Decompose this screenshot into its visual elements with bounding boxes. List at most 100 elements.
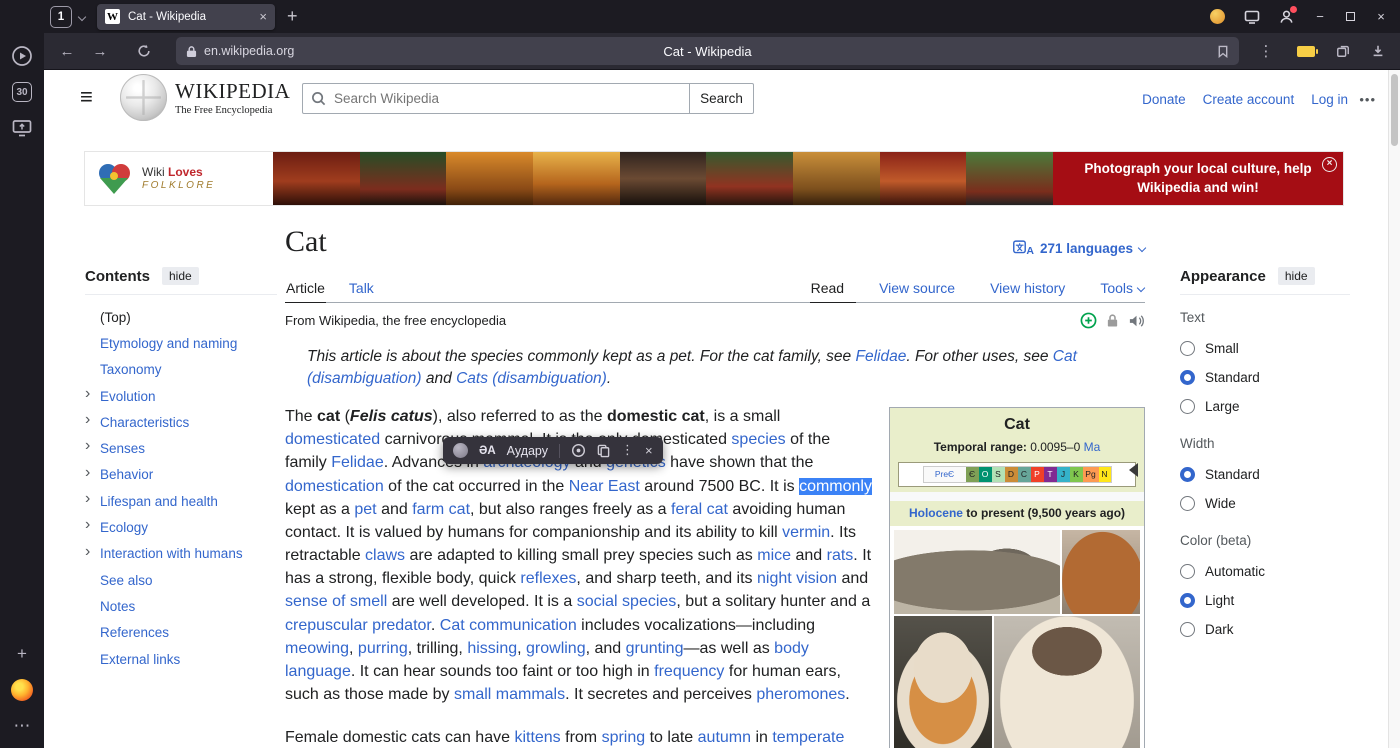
- toc-item[interactable]: › Ecology: [100, 514, 277, 540]
- translate-button[interactable]: Аудару: [507, 444, 548, 458]
- extensions-kebab-icon[interactable]: ⋮: [1256, 42, 1276, 60]
- header-link[interactable]: Log in: [1311, 92, 1348, 107]
- chevron-right-icon[interactable]: ›: [85, 491, 90, 507]
- popup-close-icon[interactable]: ×: [645, 443, 653, 458]
- radio-button[interactable]: [1180, 564, 1195, 579]
- chevron-right-icon[interactable]: ›: [85, 544, 90, 560]
- inline-link[interactable]: grunting: [626, 640, 684, 657]
- view-tab[interactable]: Read: [810, 275, 856, 303]
- inline-link[interactable]: pet: [354, 501, 376, 518]
- devices-icon[interactable]: [1244, 10, 1260, 24]
- inline-link[interactable]: frequency: [654, 663, 724, 680]
- listen-article-icon[interactable]: [1128, 314, 1145, 328]
- inline-link[interactable]: growling: [526, 640, 586, 657]
- view-tab[interactable]: View history: [989, 275, 1077, 302]
- search-input[interactable]: [302, 83, 690, 114]
- inline-link[interactable]: spring: [602, 729, 646, 746]
- radio-option[interactable]: Standard: [1180, 460, 1350, 489]
- inline-link[interactable]: feral cat: [671, 501, 728, 518]
- forward-button[interactable]: →: [90, 43, 110, 60]
- new-item-plus-icon[interactable]: +: [10, 642, 34, 666]
- radio-button[interactable]: [1180, 622, 1195, 637]
- toc-item[interactable]: › External links: [100, 646, 277, 672]
- toc-item[interactable]: › Etymology and naming: [100, 330, 277, 356]
- rail-more-icon[interactable]: ⋯: [10, 714, 34, 738]
- toc-item[interactable]: › Notes: [100, 593, 277, 619]
- header-link[interactable]: Create account: [1203, 92, 1295, 107]
- close-window-button[interactable]: ×: [1374, 9, 1388, 24]
- toc-item[interactable]: › Taxonomy: [100, 357, 277, 383]
- inline-link[interactable]: mice: [757, 547, 791, 564]
- wikipedia-wordmark[interactable]: WIKIPEDIA The Free Encyclopedia: [175, 79, 290, 116]
- view-tab[interactable]: Tools: [1099, 275, 1145, 302]
- inline-link[interactable]: hissing: [467, 640, 517, 657]
- tab-close-icon[interactable]: ×: [259, 9, 267, 24]
- wikipedia-globe-logo[interactable]: [120, 74, 167, 121]
- extension-30-icon[interactable]: 30: [12, 82, 32, 102]
- banner-message[interactable]: Photograph your local culture, help Wiki…: [1053, 152, 1343, 205]
- radio-option[interactable]: Large: [1180, 392, 1350, 421]
- inline-link[interactable]: sense of smell: [285, 593, 387, 610]
- inline-link[interactable]: Cats (disambiguation): [456, 370, 607, 387]
- banner-close-icon[interactable]: ×: [1322, 157, 1337, 172]
- cat-photo-abyssinian[interactable]: [1062, 530, 1140, 614]
- tab-counter-button[interactable]: 1: [50, 6, 72, 28]
- inline-link[interactable]: predator: [372, 617, 431, 634]
- battery-extension-icon[interactable]: [1297, 46, 1315, 57]
- cat-photo-tabby-lying[interactable]: [894, 530, 1060, 614]
- inline-link[interactable]: species: [731, 431, 785, 448]
- inline-link[interactable]: farm cat: [412, 501, 470, 518]
- toc-item[interactable]: › Interaction with humans: [100, 541, 277, 567]
- radio-button[interactable]: [1180, 496, 1195, 511]
- toc-item[interactable]: › References: [100, 620, 277, 646]
- minimize-button[interactable]: −: [1313, 9, 1327, 24]
- radio-option[interactable]: Light: [1180, 586, 1350, 615]
- radio-button[interactable]: [1180, 399, 1195, 414]
- inline-link[interactable]: vermin: [782, 524, 830, 541]
- toc-item[interactable]: › Senses: [100, 435, 277, 461]
- toc-item[interactable]: › Behavior: [100, 462, 277, 488]
- inline-link[interactable]: domesticated: [285, 431, 380, 448]
- main-menu-button[interactable]: ≡: [80, 84, 93, 110]
- back-button[interactable]: ←: [57, 43, 77, 60]
- page-scrollbar[interactable]: [1388, 70, 1400, 748]
- inline-link[interactable]: meowing: [285, 640, 349, 657]
- bookmark-flag-icon[interactable]: [1217, 45, 1229, 58]
- firefox-logo-icon[interactable]: [11, 679, 33, 701]
- browser-tab[interactable]: W Cat - Wikipedia ×: [97, 4, 275, 30]
- chevron-right-icon[interactable]: ›: [85, 438, 90, 454]
- radio-option[interactable]: Small: [1180, 334, 1350, 363]
- cat-photo-ginger-white[interactable]: [894, 616, 992, 748]
- languages-button[interactable]: A 271 languages: [1013, 240, 1145, 256]
- toc-item[interactable]: › Characteristics: [100, 409, 277, 435]
- header-link[interactable]: Donate: [1142, 92, 1186, 107]
- toc-hide-button[interactable]: hide: [162, 267, 199, 285]
- inline-link[interactable]: rats: [827, 547, 854, 564]
- radio-option[interactable]: Wide: [1180, 489, 1350, 518]
- chevron-right-icon[interactable]: ›: [85, 465, 90, 481]
- inline-link[interactable]: night vision: [757, 570, 837, 587]
- radio-button[interactable]: [1180, 593, 1195, 608]
- radio-option[interactable]: Automatic: [1180, 557, 1350, 586]
- holocene-link[interactable]: Holocene: [909, 506, 963, 520]
- account-container-icon[interactable]: [1210, 9, 1225, 24]
- copy-icon[interactable]: [597, 444, 610, 458]
- inline-link[interactable]: pheromones: [756, 686, 845, 703]
- toc-item[interactable]: › Evolution: [100, 383, 277, 409]
- inline-link[interactable]: Felidae: [855, 348, 906, 365]
- wiki-loves-folklore-banner[interactable]: Wiki Loves FOLKLORE Photograph your loca…: [85, 152, 1343, 205]
- inline-link[interactable]: reflexes: [520, 570, 576, 587]
- inline-link[interactable]: domestication: [285, 478, 384, 495]
- url-bar[interactable]: en.wikipedia.org Cat - Wikipedia: [176, 37, 1239, 65]
- inline-link[interactable]: kittens: [514, 729, 560, 746]
- chevron-right-icon[interactable]: ›: [85, 386, 90, 402]
- cat-photo-siamese[interactable]: [994, 616, 1140, 748]
- download-icon[interactable]: [1371, 44, 1385, 58]
- inline-link[interactable]: purring: [358, 640, 408, 657]
- temporal-unit-link[interactable]: Ma: [1084, 440, 1101, 454]
- listen-icon[interactable]: [571, 443, 586, 458]
- radio-option[interactable]: Standard: [1180, 363, 1350, 392]
- popup-more-icon[interactable]: ⋮: [621, 443, 634, 458]
- inline-link[interactable]: Near East: [569, 478, 640, 495]
- view-tab[interactable]: View source: [878, 275, 967, 302]
